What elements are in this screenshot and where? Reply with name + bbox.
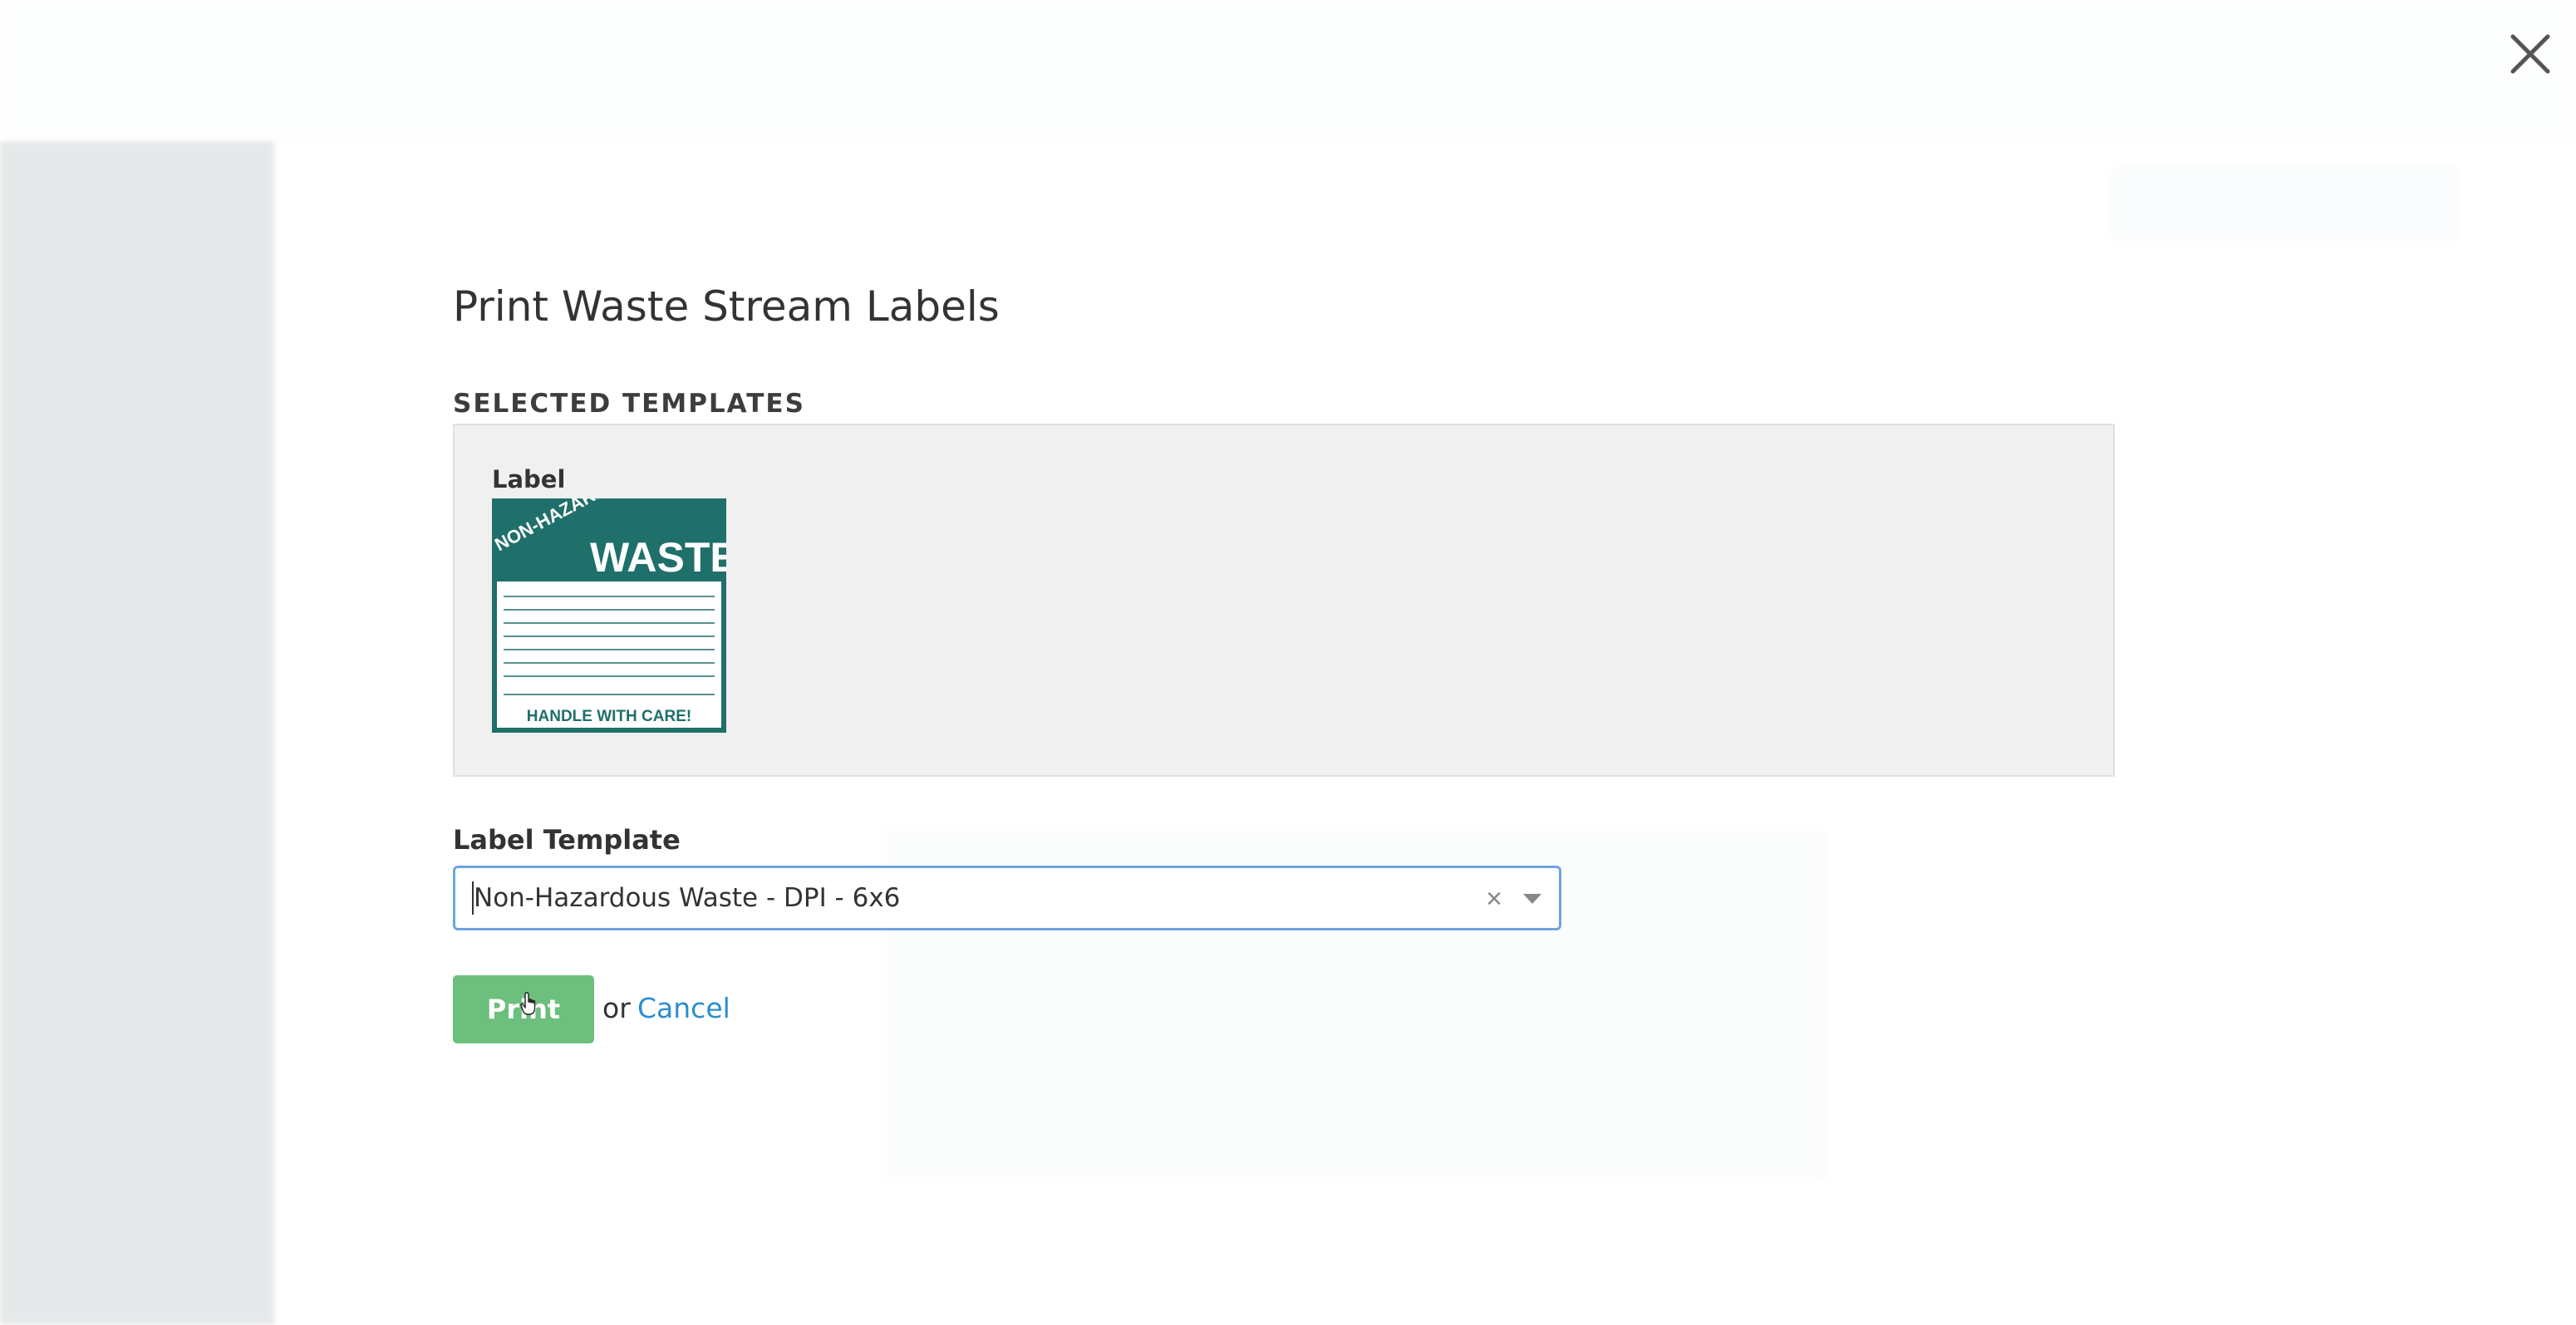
- selected-templates-panel: Label NON-HAZARDOUS WASTE HAND: [453, 424, 2115, 777]
- background-header: [0, 0, 2576, 141]
- cancel-link[interactable]: Cancel: [637, 992, 730, 1024]
- print-button[interactable]: Print: [453, 975, 594, 1043]
- label-template-value: Non-Hazardous Waste - DPI - 6x6: [474, 883, 901, 913]
- template-card-label: Label: [492, 465, 566, 493]
- or-text: or: [602, 992, 631, 1024]
- thumbnail-footer-text: HANDLE WITH CARE!: [527, 708, 691, 725]
- background-button: [2111, 166, 2460, 241]
- template-thumbnail[interactable]: NON-HAZARDOUS WASTE HANDLE WITH CARE!: [491, 460, 738, 733]
- selected-templates-heading: SELECTED TEMPLATES: [453, 389, 805, 419]
- close-modal-button[interactable]: [2501, 25, 2559, 83]
- non-hazardous-waste-label-icon: NON-HAZARDOUS WASTE HANDLE WITH CARE!: [491, 460, 738, 733]
- background-sidebar: [0, 141, 274, 1325]
- label-template-label: Label Template: [453, 824, 681, 856]
- label-template-select[interactable]: Non-Hazardous Waste - DPI - 6x6 ×: [453, 866, 1561, 930]
- chevron-down-icon[interactable]: [1523, 894, 1541, 904]
- clear-selection-icon[interactable]: ×: [1477, 880, 1511, 918]
- modal-title: Print Waste Stream Labels: [453, 282, 1000, 331]
- close-icon: [2510, 34, 2550, 74]
- thumbnail-title-text: WASTE: [590, 534, 726, 581]
